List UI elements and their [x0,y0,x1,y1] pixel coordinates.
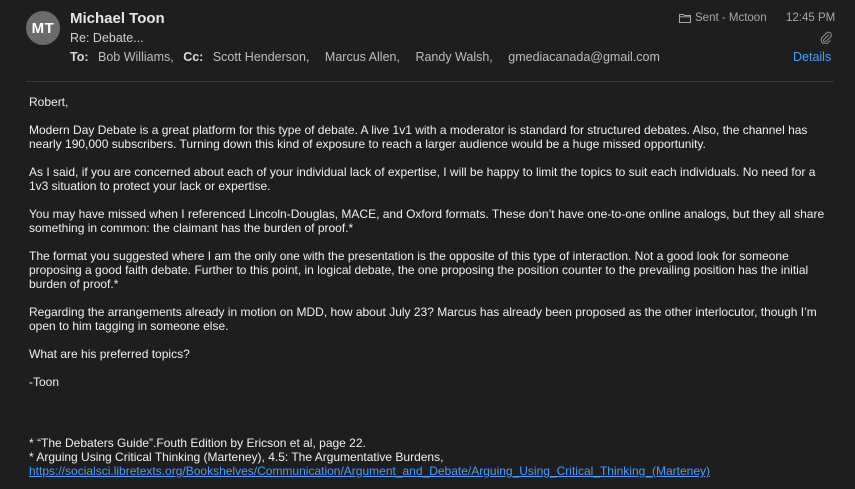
body-paragraph: What are his preferred topics? [29,347,190,361]
sender-name: Michael Toon [70,10,165,27]
to-recipient[interactable]: Bob Williams, [98,50,174,64]
cc-recipient[interactable]: Scott Henderson, [213,50,310,64]
details-link[interactable]: Details [793,50,831,64]
reference-link[interactable]: https://socialsci.libretexts.org/Bookshe… [29,464,710,478]
body-paragraph: As I said, if you are concerned about ea… [29,165,816,193]
body-paragraph: The format you suggested where I am the … [29,249,809,291]
body-paragraph: Regarding the arrangements already in mo… [29,305,817,333]
recipients-row: To: Bob Williams, Cc: Scott Henderson, M… [70,50,660,64]
subject-line: Re: Debate... [70,31,144,45]
message-body: Robert, Modern Day Debate is a great pla… [29,95,829,389]
cc-recipient[interactable]: gmediacanada@gmail.com [508,50,660,64]
signature: -Toon [29,375,60,389]
cc-recipient[interactable]: Marcus Allen, [325,50,400,64]
mailbox-indicator: Sent - Mctoon [679,12,767,24]
greeting: Robert, [29,95,69,109]
cc-label: Cc: [183,50,204,64]
header-divider [26,81,834,82]
paperclip-icon[interactable] [820,31,832,44]
message-time: 12:45 PM [786,12,836,24]
mailbox-label: Sent - Mctoon [695,12,767,24]
to-label: To: [70,50,89,64]
body-paragraph: You may have missed when I referenced Li… [29,207,825,235]
footnotes: * “The Debaters Guide”.Fouth Edition by … [29,436,839,478]
folder-icon [679,14,691,23]
footnote-1: * “The Debaters Guide”.Fouth Edition by … [29,436,366,450]
sender-avatar: MT [26,11,60,45]
footnote-2: * Arguing Using Critical Thinking (Marte… [29,450,444,464]
cc-recipient[interactable]: Randy Walsh, [415,50,492,64]
body-paragraph: Modern Day Debate is a great platform fo… [29,123,808,151]
message-header: MT Michael Toon Re: Debate... To: Bob Wi… [0,0,855,82]
